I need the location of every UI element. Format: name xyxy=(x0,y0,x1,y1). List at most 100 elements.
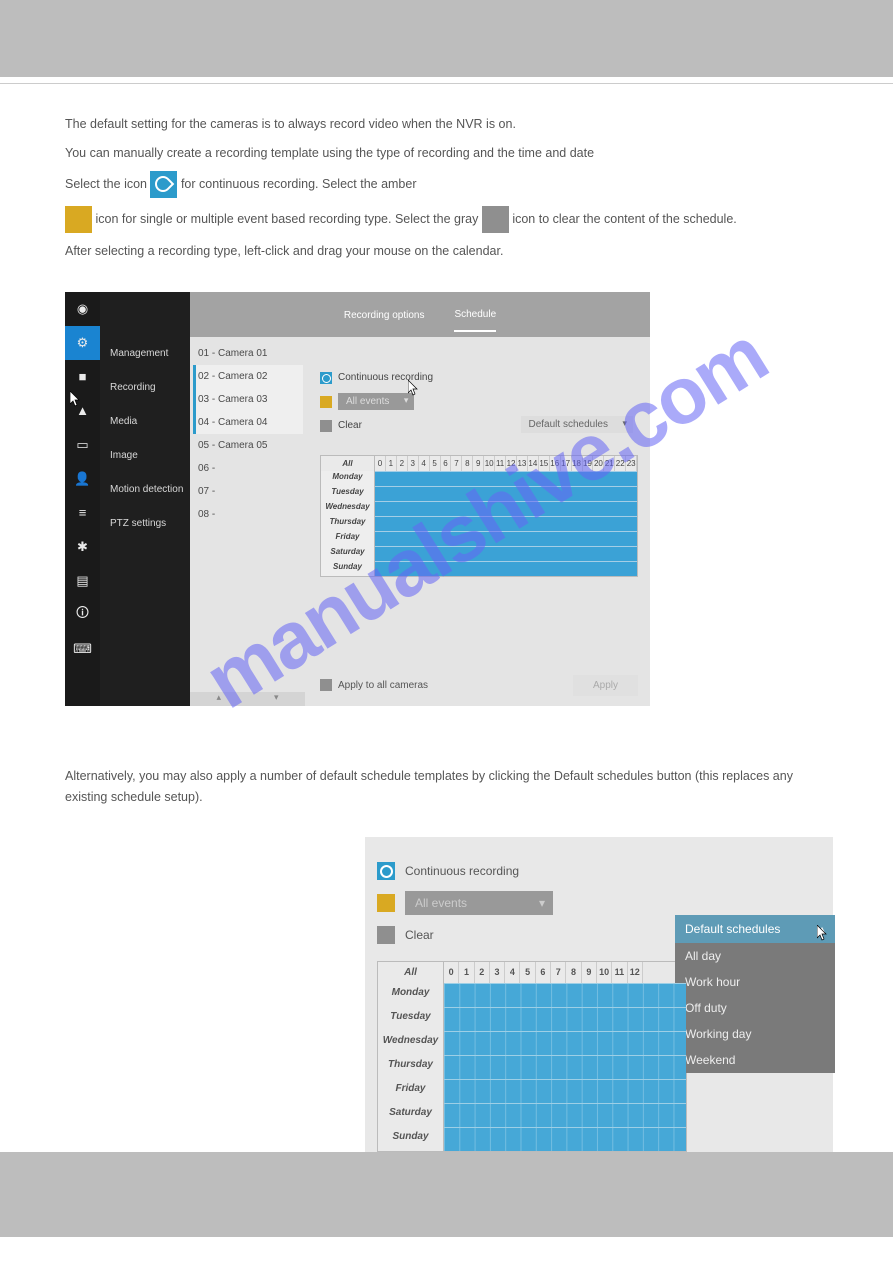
default-schedules-dropdown-open[interactable]: Default schedules ▴ All day Work hour Of… xyxy=(675,915,835,1073)
events-icon xyxy=(377,894,395,912)
icon-bar: ◉ ⚙ ■ ▲ ▭ 👤 ≡ ✱ ▤ 🛈 ⌨ xyxy=(65,292,100,706)
hour-5: 5 xyxy=(430,456,441,471)
camera-group-icon[interactable]: ◉ xyxy=(65,292,100,326)
hour-16: 16 xyxy=(550,456,561,471)
dropdown-menu: All day Work hour Off duty Working day W… xyxy=(675,943,835,1073)
hour-8: 8 xyxy=(566,962,581,983)
sidebar-item-management[interactable]: Management xyxy=(100,337,190,371)
camera-item-01[interactable]: 01 - Camera 01 xyxy=(193,342,303,365)
hour-14: 14 xyxy=(528,456,539,471)
camera-item-03[interactable]: 03 - Camera 03 xyxy=(193,388,303,411)
top-divider xyxy=(0,77,893,84)
camera-item-02[interactable]: 02 - Camera 02 xyxy=(193,365,303,388)
events-dropdown[interactable]: All events xyxy=(405,891,553,915)
hour-20: 20 xyxy=(593,456,604,471)
hour-0: 0 xyxy=(375,456,386,471)
legend-clear-label: Clear xyxy=(338,420,362,431)
icon-select-paragraph: Select the icon for continuous recording… xyxy=(65,171,828,198)
sidebar-item-image[interactable]: Image xyxy=(100,439,190,473)
hour-9: 9 xyxy=(473,456,484,471)
camera-item-07[interactable]: 07 - xyxy=(193,480,303,503)
hour-5: 5 xyxy=(520,962,535,983)
tab-recording-options[interactable]: Recording options xyxy=(344,310,425,331)
display-icon[interactable]: ▭ xyxy=(65,428,100,462)
events-dropdown[interactable]: All events xyxy=(338,393,414,410)
legend-clear-label: Clear xyxy=(405,928,434,942)
info-icon[interactable]: 🛈 xyxy=(65,598,100,632)
hour-3: 3 xyxy=(408,456,419,471)
schedule-row-wednesday[interactable]: Wednesday xyxy=(321,501,637,516)
menu-item-offduty[interactable]: Off duty xyxy=(675,995,835,1021)
tab-schedule[interactable]: Schedule xyxy=(454,309,496,332)
legend-events[interactable]: All events xyxy=(320,391,638,413)
cursor-icon xyxy=(70,391,82,407)
schedule-row-tuesday[interactable]: Tuesday xyxy=(321,486,637,501)
schedule-grid-header: All 0 1 2 3 4 5 6 7 8 9 10 11 12 xyxy=(378,962,686,983)
hour-11: 11 xyxy=(612,962,627,983)
schedule-row-monday[interactable]: Monday xyxy=(321,471,637,486)
hour-18: 18 xyxy=(572,456,583,471)
hour-9: 9 xyxy=(582,962,597,983)
sidebar-item-recording[interactable]: Recording xyxy=(100,371,190,405)
default-schedules-dropdown[interactable]: Default schedules xyxy=(521,419,634,430)
clear-icon xyxy=(320,420,332,432)
schedule-row-friday[interactable]: Friday xyxy=(378,1079,686,1103)
keyboard-icon[interactable]: ⌨ xyxy=(65,632,100,666)
schedule-row-friday[interactable]: Friday xyxy=(321,531,637,546)
pager-prev-icon[interactable]: ▴ xyxy=(216,692,221,706)
cursor-icon xyxy=(408,380,420,396)
schedule-row-sunday[interactable]: Sunday xyxy=(321,561,637,576)
sidebar-item-motion[interactable]: Motion detection xyxy=(100,473,190,507)
camera-item-08[interactable]: 08 - xyxy=(193,503,303,526)
swatch-paragraph-1: icon for single or multiple event based … xyxy=(65,206,828,233)
network-icon[interactable]: ✱ xyxy=(65,530,100,564)
sidebar-item-ptz[interactable]: PTZ settings xyxy=(100,507,190,541)
pager-next-icon[interactable]: ▾ xyxy=(274,692,279,706)
schedule-row-saturday[interactable]: Saturday xyxy=(378,1103,686,1127)
schedule-row-sunday[interactable]: Sunday xyxy=(378,1127,686,1151)
schedule-row-tuesday[interactable]: Tuesday xyxy=(378,1007,686,1031)
folder-icon[interactable]: ▤ xyxy=(65,564,100,598)
hour-12: 12 xyxy=(628,962,643,983)
legend-continuous[interactable]: Continuous recording xyxy=(377,855,803,887)
body-text-block: The default setting for the cameras is t… xyxy=(65,114,828,262)
sidebar-item-media[interactable]: Media xyxy=(100,405,190,439)
legend-continuous[interactable]: Continuous recording xyxy=(320,367,638,389)
hour-17: 17 xyxy=(561,456,572,471)
apply-button[interactable]: Apply xyxy=(573,675,638,696)
hour-10: 10 xyxy=(597,962,612,983)
schedule-row-monday[interactable]: Monday xyxy=(378,983,686,1007)
hour-12: 12 xyxy=(506,456,517,471)
schedule-grid[interactable]: All 0 1 2 3 4 5 6 7 8 9 10 11 12 13 14 1 xyxy=(320,455,638,577)
default-schedules-paragraph: Alternatively, you may also apply a numb… xyxy=(65,766,828,807)
clear-icon xyxy=(377,926,395,944)
schedule-row-saturday[interactable]: Saturday xyxy=(321,546,637,561)
hour-6: 6 xyxy=(536,962,551,983)
top-gray-bar xyxy=(0,0,893,77)
schedule-row-thursday[interactable]: Thursday xyxy=(378,1055,686,1079)
footer: Apply to all cameras Apply xyxy=(320,675,638,696)
schedule-row-thursday[interactable]: Thursday xyxy=(321,516,637,531)
swatch-text-1: icon for single or multiple event based … xyxy=(95,212,391,226)
apply-all-checkbox[interactable]: Apply to all cameras xyxy=(320,679,428,691)
user-icon[interactable]: 👤 xyxy=(65,462,100,496)
dropdown-header[interactable]: Default schedules ▴ xyxy=(675,915,835,943)
menu-item-allday[interactable]: All day xyxy=(675,943,835,969)
gear-icon[interactable]: ⚙ xyxy=(65,326,100,360)
menu-item-workingday[interactable]: Working day xyxy=(675,1021,835,1047)
storage-icon[interactable]: ≡ xyxy=(65,496,100,530)
menu-item-workhour[interactable]: Work hour xyxy=(675,969,835,995)
schedule-row-wednesday[interactable]: Wednesday xyxy=(378,1031,686,1055)
camera-item-05[interactable]: 05 - Camera 05 xyxy=(193,434,303,457)
amber-swatch-icon xyxy=(65,206,92,233)
camera-item-06[interactable]: 06 - xyxy=(193,457,303,480)
camera-item-04[interactable]: 04 - Camera 04 xyxy=(193,411,303,434)
hour-4: 4 xyxy=(505,962,520,983)
camera-pager: ▴ ▾ xyxy=(190,692,305,706)
hour-10: 10 xyxy=(484,456,495,471)
schedule-grid[interactable]: All 0 1 2 3 4 5 6 7 8 9 10 11 12 Monday … xyxy=(377,961,687,1152)
menu-item-weekend[interactable]: Weekend xyxy=(675,1047,835,1073)
continuous-icon xyxy=(320,372,332,384)
schedule-grid-header: All 0 1 2 3 4 5 6 7 8 9 10 11 12 13 14 1 xyxy=(321,456,637,471)
camera-icon[interactable]: ■ xyxy=(65,360,100,394)
